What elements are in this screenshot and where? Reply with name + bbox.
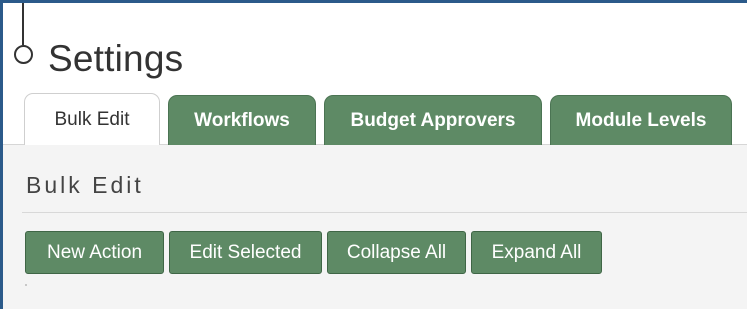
tab-workflows[interactable]: Workflows: [168, 95, 316, 145]
timeline-line: [22, 3, 24, 45]
page-title: Settings: [48, 38, 184, 79]
section-title: Bulk Edit: [26, 172, 144, 198]
tab-bulk-edit[interactable]: Bulk Edit: [24, 93, 160, 145]
edit-selected-button[interactable]: Edit Selected: [169, 231, 322, 274]
collapse-all-button[interactable]: Collapse All: [327, 231, 466, 274]
timeline-node-icon: [14, 45, 33, 64]
bulk-edit-actions: New Action Edit Selected Collapse All Ex…: [25, 231, 607, 274]
settings-tabs: Bulk Edit Workflows Budget Approvers Mod…: [24, 93, 740, 145]
content-panel: [3, 144, 747, 309]
content-marker: [25, 284, 27, 286]
new-action-button[interactable]: New Action: [25, 231, 164, 274]
tab-budget-approvers[interactable]: Budget Approvers: [324, 95, 542, 145]
expand-all-button[interactable]: Expand All: [471, 231, 602, 274]
section-divider: [22, 212, 747, 213]
tab-module-levels[interactable]: Module Levels: [550, 95, 732, 145]
